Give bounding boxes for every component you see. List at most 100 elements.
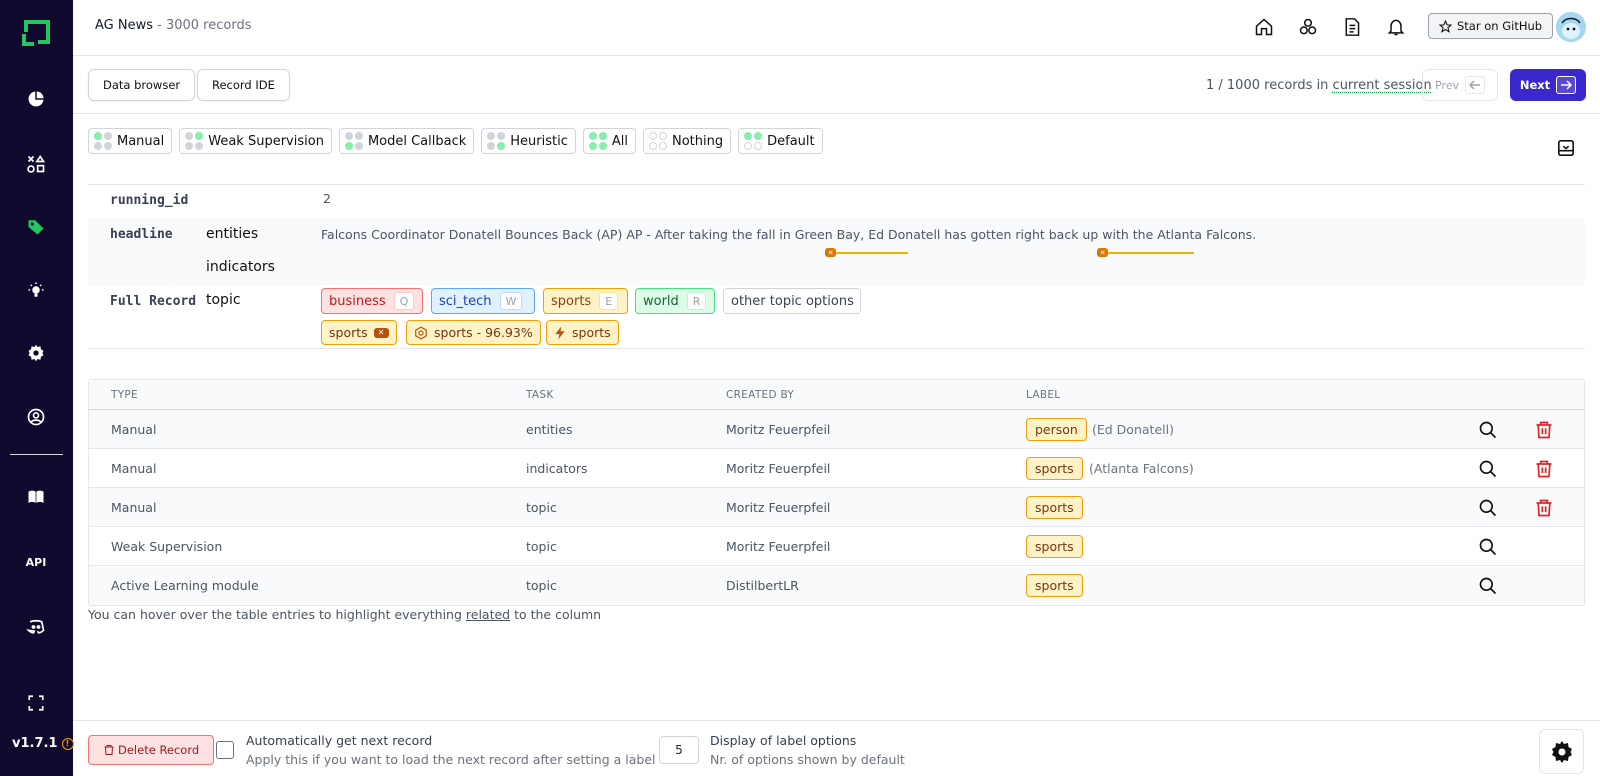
chip-model-callback[interactable]: Model Callback bbox=[338, 128, 475, 154]
label-option-sci-tech[interactable]: sci_tech W bbox=[431, 288, 535, 314]
table-row[interactable]: Active Learning module topic DistilbertL… bbox=[89, 566, 1584, 605]
home-icon[interactable] bbox=[1253, 16, 1275, 38]
auto-next-title: Automatically get next record bbox=[246, 733, 433, 748]
document-icon[interactable] bbox=[1341, 16, 1363, 38]
auto-next-checkbox[interactable] bbox=[216, 741, 234, 759]
prev-label: Prev bbox=[1435, 78, 1459, 92]
search-icon[interactable] bbox=[1478, 576, 1498, 596]
sidebar-divider bbox=[10, 454, 63, 455]
table-row[interactable]: Weak Supervision topic Moritz Feuerpfeil… bbox=[89, 527, 1584, 566]
data-browser-button[interactable]: Data browser bbox=[88, 69, 196, 101]
cell-type: Active Learning module bbox=[111, 578, 259, 593]
warning-icon[interactable]: ! bbox=[61, 737, 74, 750]
chip-nothing[interactable]: Nothing bbox=[643, 128, 732, 154]
weak-supervision-tag[interactable]: sports bbox=[546, 320, 619, 345]
user-circle-icon[interactable] bbox=[24, 405, 48, 429]
chip-weak-supervision[interactable]: Weak Supervision bbox=[179, 128, 332, 154]
trash-icon[interactable] bbox=[1534, 459, 1554, 479]
chip-default[interactable]: Default bbox=[738, 128, 823, 154]
api-link[interactable]: API bbox=[24, 550, 48, 574]
trash-icon[interactable] bbox=[1534, 498, 1554, 518]
settings-icon[interactable] bbox=[24, 341, 48, 365]
fullscreen-icon[interactable] bbox=[24, 691, 48, 715]
table-row[interactable]: Manual entities Moritz Feuerpfeil person… bbox=[89, 410, 1584, 449]
delete-record-button[interactable]: Delete Record bbox=[88, 735, 215, 765]
hint-suffix: to the column bbox=[510, 607, 602, 622]
star-github-button[interactable]: Star on GitHub bbox=[1428, 13, 1554, 39]
gear-icon bbox=[1551, 740, 1572, 763]
chip-all[interactable]: All bbox=[582, 128, 636, 154]
manual-label-text: sports bbox=[329, 325, 368, 340]
running-id-row: running_id 2 bbox=[88, 185, 1585, 219]
other-topic-options-button[interactable]: other topic options bbox=[723, 288, 861, 314]
trash-icon bbox=[104, 745, 114, 755]
footer-bar: Delete Record Automatically get next rec… bbox=[73, 720, 1600, 776]
search-icon[interactable] bbox=[1478, 537, 1498, 557]
tag-icon[interactable] bbox=[24, 215, 48, 239]
bell-icon[interactable] bbox=[1385, 16, 1407, 38]
cell-created-by: Moritz Feuerpfeil bbox=[726, 500, 831, 515]
settings-button[interactable] bbox=[1539, 729, 1584, 774]
table-row[interactable]: Manual topic Moritz Feuerpfeil sports bbox=[89, 488, 1584, 527]
column-header-label: LABEL bbox=[1026, 389, 1061, 401]
dots-icon bbox=[649, 132, 667, 150]
attribute-value: 2 bbox=[323, 191, 331, 206]
hint-related-link[interactable]: related bbox=[466, 607, 510, 622]
label-option-business[interactable]: business Q bbox=[321, 288, 423, 314]
shapes-icon[interactable] bbox=[24, 152, 48, 176]
entity-span-marker[interactable] bbox=[1108, 252, 1194, 254]
cell-label-tag: sports bbox=[1026, 496, 1083, 519]
next-button[interactable]: Next bbox=[1510, 69, 1586, 101]
chip-manual[interactable]: Manual bbox=[88, 128, 173, 154]
task-name-indicators: indicators bbox=[206, 259, 275, 275]
chip-label: Heuristic bbox=[510, 133, 568, 149]
chip-heuristic[interactable]: Heuristic bbox=[481, 128, 576, 154]
discord-icon[interactable] bbox=[24, 615, 48, 639]
remove-label-icon[interactable]: ✕ bbox=[373, 327, 389, 338]
entity-span-marker[interactable] bbox=[836, 252, 908, 254]
dots-icon bbox=[744, 132, 763, 150]
label-option-sports[interactable]: sports E bbox=[543, 288, 628, 314]
manual-label-tag[interactable]: sports ✕ bbox=[321, 320, 397, 345]
cell-created-by: Moritz Feuerpfeil bbox=[726, 461, 831, 476]
kern-logo-icon[interactable] bbox=[20, 18, 52, 48]
cell-label-tag: sports bbox=[1026, 457, 1083, 480]
hotkey-badge: E bbox=[599, 292, 619, 310]
remove-span-icon[interactable]: ✕ bbox=[825, 248, 836, 257]
cell-task: indicators bbox=[526, 461, 588, 476]
attribute-name: Full Record bbox=[110, 294, 197, 309]
search-icon[interactable] bbox=[1478, 420, 1498, 440]
label-option-world[interactable]: world R bbox=[635, 288, 715, 314]
cell-task: topic bbox=[526, 539, 557, 554]
star-icon bbox=[1439, 19, 1452, 33]
book-icon[interactable] bbox=[24, 485, 48, 509]
collapse-icon[interactable] bbox=[1557, 139, 1575, 157]
remove-span-icon[interactable]: ✕ bbox=[1097, 248, 1108, 257]
cell-type: Manual bbox=[111, 461, 157, 476]
lightbulb-icon[interactable] bbox=[24, 278, 48, 302]
record-ide-button[interactable]: Record IDE bbox=[197, 69, 290, 101]
heuristics-icon[interactable] bbox=[1297, 16, 1319, 38]
column-header-created-by: CREATED BY bbox=[726, 389, 795, 401]
headline-text[interactable]: Falcons Coordinator Donatell Bounces Bac… bbox=[321, 227, 1256, 242]
search-icon[interactable] bbox=[1478, 459, 1498, 479]
cell-label-tag: sports bbox=[1026, 574, 1083, 597]
dots-icon bbox=[588, 132, 607, 150]
source-filter-chips: Manual Weak Supervision Model Callback H… bbox=[88, 128, 823, 154]
user-avatar[interactable] bbox=[1556, 12, 1586, 42]
label-options-count-input[interactable]: 5 bbox=[659, 736, 699, 764]
headline-row: headline entities indicators Falcons Coo… bbox=[88, 219, 1585, 285]
dots-icon bbox=[94, 132, 112, 150]
trash-icon[interactable] bbox=[1534, 420, 1554, 440]
pie-chart-icon[interactable] bbox=[24, 87, 48, 111]
model-callback-tag[interactable]: sports - 96.93% bbox=[406, 320, 541, 345]
label-options-title: Display of label options bbox=[710, 733, 857, 748]
current-session-link[interactable]: current session bbox=[1333, 78, 1432, 93]
cell-label-extra: (Atlanta Falcons) bbox=[1089, 461, 1194, 476]
auto-next-description: Apply this if you want to load the next … bbox=[246, 752, 656, 767]
search-icon[interactable] bbox=[1478, 498, 1498, 518]
table-row[interactable]: Manual indicators Moritz Feuerpfeil spor… bbox=[89, 449, 1584, 488]
column-header-type: TYPE bbox=[111, 389, 138, 401]
project-record-count: 3000 records bbox=[165, 18, 252, 33]
prev-button[interactable]: Prev bbox=[1422, 69, 1498, 101]
